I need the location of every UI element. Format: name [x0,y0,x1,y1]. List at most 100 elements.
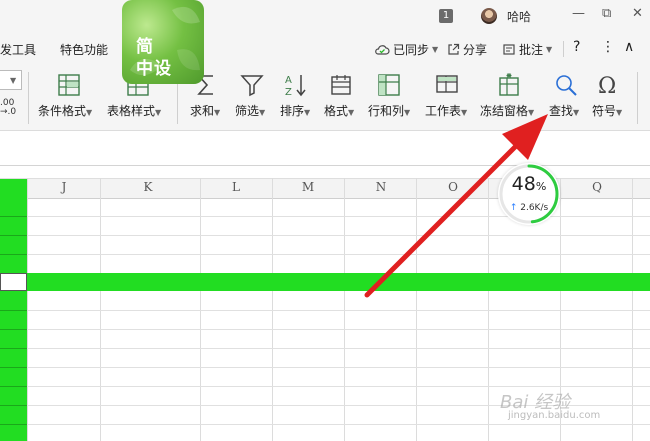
column-header-k[interactable]: K [138,180,158,194]
number-format-dropdown[interactable]: ▼ [0,70,22,90]
freeze-panes-label: 冻结窗格 [480,104,529,118]
grid-line [27,254,650,255]
cloud-sync-icon [375,44,390,55]
sum-label: 求和 [190,104,215,118]
comment-icon [503,44,515,55]
svg-text:Ω: Ω [598,74,616,98]
close-button[interactable]: ✕ [632,6,643,21]
grid-line [27,235,650,236]
selected-row-header[interactable] [0,273,27,291]
format-icon [328,72,354,102]
row-divider [0,216,27,217]
row-divider [0,348,27,349]
freeze-panes-button[interactable]: 冻结窗格▼ [480,102,534,119]
tab-special-features[interactable]: 特色功能 [60,41,108,58]
network-speed-widget[interactable]: 48% ↑ 2.6K/s [498,163,560,225]
select-all-corner[interactable] [0,179,27,197]
avatar[interactable] [481,8,497,24]
filter-icon [239,72,265,102]
chevron-down-icon: ▼ [546,45,553,54]
row-divider [0,329,27,330]
column-header-l[interactable]: L [226,180,246,194]
sync-label: 已同步 [393,43,430,57]
chevron-down-icon: ▼ [348,108,355,117]
more-options-button[interactable]: ⋮ [601,39,615,55]
chevron-down-icon: ▼ [573,108,580,117]
freeze-panes-icon [496,72,522,102]
row-divider [0,367,27,368]
conditional-format-label: 条件格式 [38,104,87,118]
chevron-down-icon: ▼ [155,108,162,117]
format-button[interactable]: 格式▼ [324,102,354,119]
chevron-down-icon: ▼ [214,108,221,117]
sort-icon: AZ [283,72,309,102]
formula-area [0,131,650,165]
symbol-label: 符号 [592,104,617,118]
row-divider [0,405,27,406]
sort-label: 排序 [280,104,305,118]
grid-line [27,367,650,368]
chevron-down-icon: ▼ [304,108,311,117]
conditional-format-button[interactable]: 条件格式▼ [38,102,92,119]
tab-developer-tools[interactable]: 发工具 [0,41,36,58]
decimal-arrow-label: →.0 [0,107,17,117]
worksheet-label: 工作表 [425,104,462,118]
row-divider [0,386,27,387]
table-style-button[interactable]: 表格样式▼ [107,102,161,119]
row-divider [0,424,27,425]
chevron-down-icon: ▼ [616,108,623,117]
share-label: 分享 [463,43,488,57]
format-label: 格式 [324,104,349,118]
column-header-o[interactable]: O [443,180,463,194]
chevron-down-icon: ▼ [461,108,468,117]
worksheet-icon [434,72,460,102]
username[interactable]: 哈哈 [507,8,531,25]
comment-button[interactable]: 批注 ▼ [502,41,552,58]
grid-line [27,310,650,311]
window-count-badge[interactable]: 1 [439,9,453,23]
column-header-n[interactable]: N [371,180,391,194]
chevron-down-icon: ▼ [259,108,266,117]
column-header-q[interactable]: Q [587,180,607,194]
sum-button[interactable]: 求和▼ [190,102,220,119]
collapse-ribbon-button[interactable]: ∧ [624,39,634,55]
chevron-down-icon: ▼ [10,76,17,85]
sync-button[interactable]: 已同步 ▼ [374,41,438,58]
divider [637,72,638,124]
speed-percent-value: 48 [511,173,536,195]
chevron-down-icon: ▼ [528,108,535,117]
title-bar [0,0,650,32]
grid-line [27,348,650,349]
grid-line [27,386,650,387]
grid-line [27,424,650,425]
minimize-button[interactable]: — [572,6,585,21]
svg-text:A: A [285,75,292,86]
decimal-increase-button[interactable]: .00 →.0 [0,99,16,117]
logo-text: 中设 [136,59,172,79]
speed-rate-value: 2.6K/s [520,203,549,213]
svg-text:Z: Z [285,87,292,98]
row-column-label: 行和列 [368,104,405,118]
speed-percent-sign: % [535,180,547,193]
row-column-button[interactable]: 行和列▼ [368,102,410,119]
logo: 简 中设 [122,0,204,84]
find-button[interactable]: 查找▼ [549,102,579,119]
grid-line [27,329,650,330]
help-button[interactable]: ? [573,39,580,55]
column-header-j[interactable]: J [54,180,74,194]
restore-button[interactable]: ⧉ [602,6,611,21]
chevron-down-icon: ▼ [86,108,93,117]
row-divider [0,310,27,311]
row-divider [0,235,27,236]
chevron-down-icon: ▼ [404,108,411,117]
selected-row[interactable] [27,273,650,291]
row-divider [0,254,27,255]
filter-button[interactable]: 筛选▼ [235,102,265,119]
symbol-button[interactable]: 符号▼ [592,102,622,119]
worksheet-button[interactable]: 工作表▼ [425,102,467,119]
filter-label: 筛选 [235,104,260,118]
share-icon [448,43,460,55]
column-header-m[interactable]: M [298,180,318,194]
share-button[interactable]: 分享 [447,41,487,58]
sort-button[interactable]: 排序▼ [280,102,310,119]
